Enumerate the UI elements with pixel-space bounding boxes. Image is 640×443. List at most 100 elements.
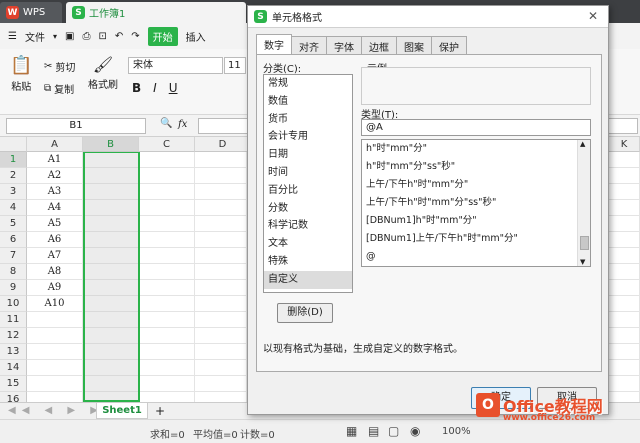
cell-a[interactable]: A2 xyxy=(27,168,83,184)
cell-k[interactable] xyxy=(609,392,640,402)
cell-d[interactable] xyxy=(195,312,247,328)
underline-button[interactable]: U xyxy=(169,81,178,95)
cell-a[interactable] xyxy=(27,312,83,328)
tab-start[interactable]: 开始 xyxy=(147,26,178,46)
column-header-a[interactable]: A xyxy=(27,137,83,152)
close-icon[interactable]: ✕ xyxy=(588,9,598,23)
cell-a[interactable] xyxy=(27,344,83,360)
cell-c[interactable] xyxy=(139,280,195,296)
cell-k[interactable] xyxy=(609,328,640,344)
cell-d[interactable] xyxy=(195,360,247,376)
cell-d[interactable] xyxy=(195,232,247,248)
cell-c[interactable] xyxy=(139,168,195,184)
cell-c[interactable] xyxy=(139,232,195,248)
preview-icon[interactable]: ⊡ xyxy=(98,31,106,42)
cell-k[interactable] xyxy=(609,168,640,184)
cell-d[interactable] xyxy=(195,296,247,312)
fx-icon[interactable]: fx xyxy=(178,119,187,130)
row-header[interactable]: 7 xyxy=(0,248,27,264)
category-item[interactable]: 自定义 xyxy=(264,270,352,289)
cell-d[interactable] xyxy=(195,248,247,264)
cell-c[interactable] xyxy=(139,312,195,328)
tab-border[interactable]: 边框 xyxy=(361,36,397,54)
page-layout-icon[interactable]: ▤ xyxy=(368,424,379,438)
cell-d[interactable] xyxy=(195,152,247,168)
cell-k[interactable] xyxy=(609,264,640,280)
category-item[interactable]: 时间 xyxy=(264,164,352,182)
type-list-item[interactable]: 上午/下午h"时"mm"分" xyxy=(362,176,590,194)
cell-k[interactable] xyxy=(609,376,640,392)
cell-a[interactable]: A4 xyxy=(27,200,83,216)
cell-b[interactable] xyxy=(83,216,139,232)
sheet-tab-sheet1[interactable]: Sheet1 xyxy=(96,403,148,419)
cell-a[interactable] xyxy=(27,392,83,402)
cell-d[interactable] xyxy=(195,216,247,232)
cell-c[interactable] xyxy=(139,376,195,392)
redo-icon[interactable]: ↷ xyxy=(131,31,139,42)
cell-d[interactable] xyxy=(195,168,247,184)
delete-button[interactable]: 删除(D) xyxy=(277,303,333,323)
cell-c[interactable] xyxy=(139,328,195,344)
cell-k[interactable] xyxy=(609,152,640,168)
cell-b[interactable] xyxy=(83,392,139,402)
cell-d[interactable] xyxy=(195,200,247,216)
type-list-scrollbar[interactable]: ▲ ▼ xyxy=(577,140,590,266)
tab-insert[interactable]: 插入 xyxy=(186,29,206,44)
category-list[interactable]: 常规 数值 货币 会计专用 日期 时间 百分比 分数 科学记数 文本 特殊 自定义 xyxy=(263,74,353,293)
category-item[interactable]: 特殊 xyxy=(264,253,352,271)
bold-button[interactable]: B xyxy=(132,81,141,95)
cell-c[interactable] xyxy=(139,248,195,264)
type-list[interactable]: h"时"mm"分" h"时"mm"分"ss"秒" 上午/下午h"时"mm"分" 上午/… xyxy=(361,139,591,267)
type-input[interactable]: @A xyxy=(361,119,591,136)
chevron-down-icon[interactable]: ▾ xyxy=(53,32,57,41)
cell-a[interactable]: A5 xyxy=(27,216,83,232)
cell-c[interactable] xyxy=(139,360,195,376)
row-header[interactable]: 9 xyxy=(0,280,27,296)
row-header[interactable]: 11 xyxy=(0,312,27,328)
reading-mode-icon[interactable]: ◉ xyxy=(410,424,420,438)
category-item[interactable]: 分数 xyxy=(264,200,352,218)
cell-a[interactable] xyxy=(27,376,83,392)
row-header[interactable]: 3 xyxy=(0,184,27,200)
cell-c[interactable] xyxy=(139,392,195,402)
cell-a[interactable] xyxy=(27,360,83,376)
font-size-select[interactable]: 11 xyxy=(224,57,246,74)
category-item[interactable]: 日期 xyxy=(264,146,352,164)
zoom-level[interactable]: 100% xyxy=(442,426,471,437)
type-list-item[interactable]: 上午/下午h"时"mm"分"ss"秒" xyxy=(362,194,590,212)
undo-icon[interactable]: ↶ xyxy=(115,31,123,42)
cell-a[interactable]: A9 xyxy=(27,280,83,296)
cell-b[interactable] xyxy=(83,376,139,392)
cell-b[interactable] xyxy=(83,248,139,264)
paste-button[interactable]: 📋 粘贴 xyxy=(10,55,32,93)
column-header-d[interactable]: D xyxy=(195,137,251,152)
page-break-icon[interactable]: ▢ xyxy=(388,424,399,438)
italic-button[interactable]: I xyxy=(153,81,157,95)
file-menu[interactable]: 文件 xyxy=(25,29,45,44)
cell-c[interactable] xyxy=(139,184,195,200)
hamburger-icon[interactable]: ☰ xyxy=(8,31,17,42)
cell-a[interactable] xyxy=(27,328,83,344)
cell-b[interactable] xyxy=(83,184,139,200)
cut-button[interactable]: ✂ 剪切 xyxy=(44,59,75,74)
cell-b[interactable] xyxy=(83,264,139,280)
column-header-c[interactable]: C xyxy=(139,137,195,152)
save-icon[interactable]: ▣ xyxy=(65,31,74,42)
cell-b[interactable] xyxy=(83,152,139,168)
cell-c[interactable] xyxy=(139,152,195,168)
cell-b[interactable] xyxy=(83,312,139,328)
cell-d[interactable] xyxy=(195,280,247,296)
row-header[interactable]: 13 xyxy=(0,344,27,360)
column-header-k[interactable]: K xyxy=(609,137,640,152)
tab-number[interactable]: 数字 xyxy=(256,34,292,54)
cell-b[interactable] xyxy=(83,360,139,376)
cell-a[interactable]: A3 xyxy=(27,184,83,200)
cell-a[interactable]: A1 xyxy=(27,152,83,168)
scroll-up-icon[interactable]: ▲ xyxy=(580,140,585,148)
normal-view-icon[interactable]: ▦ xyxy=(346,424,357,438)
copy-button[interactable]: ⧉ 复制 xyxy=(44,81,74,96)
cell-a[interactable]: A6 xyxy=(27,232,83,248)
cell-k[interactable] xyxy=(609,280,640,296)
row-header[interactable]: 8 xyxy=(0,264,27,280)
cell-c[interactable] xyxy=(139,296,195,312)
